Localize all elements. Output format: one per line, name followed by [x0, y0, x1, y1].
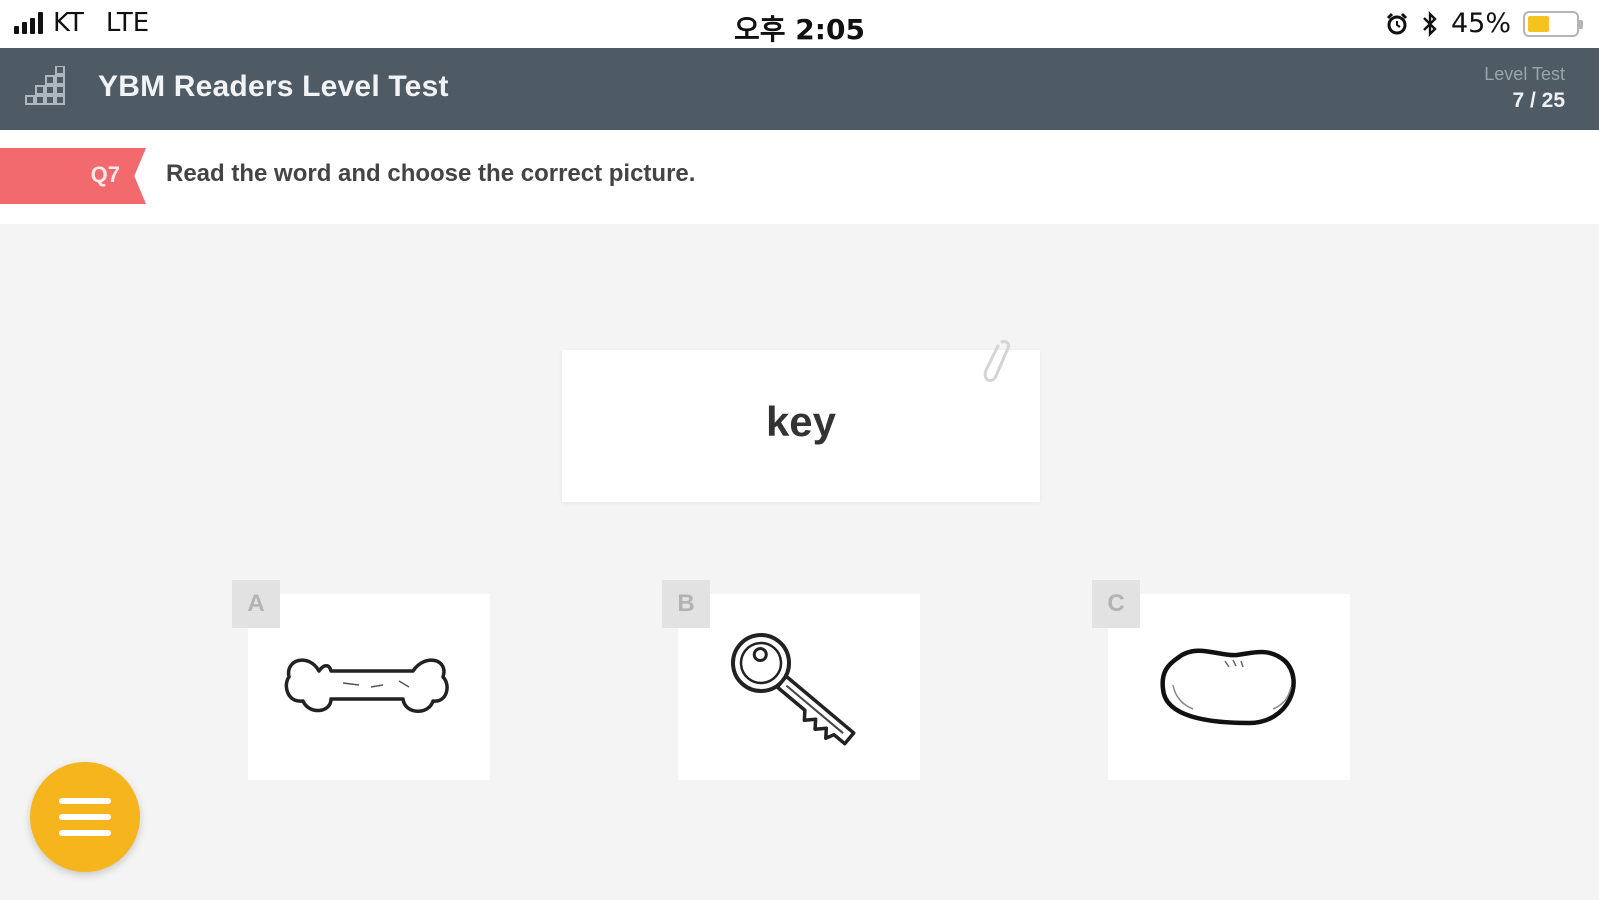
option-c-card[interactable] — [1108, 594, 1350, 780]
hamburger-menu-icon — [59, 798, 111, 804]
option-a-letter: A — [232, 580, 280, 628]
key-icon — [731, 633, 856, 746]
paperclip-icon — [983, 340, 1010, 382]
word-card: key — [562, 350, 1040, 502]
option-c-letter: C — [1092, 580, 1140, 628]
battery-fill — [1528, 15, 1549, 32]
target-word: key — [765, 398, 837, 445]
option-a-card[interactable] — [248, 594, 490, 780]
bluetooth-icon — [1423, 10, 1437, 37]
app-header: YBM Readers Level Test Level Test 7 / 25 — [0, 48, 1599, 130]
battery-icon — [1523, 10, 1583, 37]
status-right: 45% — [1385, 8, 1583, 39]
question-number: Q7 — [90, 162, 120, 187]
question-instruction: Read the word and choose the correct pic… — [166, 160, 696, 187]
option-b-letter: B — [662, 580, 710, 628]
test-progress: Level Test 7 / 25 — [1484, 64, 1565, 113]
battery-percent: 45% — [1450, 8, 1511, 39]
app-title: YBM Readers Level Test — [98, 70, 449, 103]
status-bar: KT LTE 오후 2:05 45% — [0, 0, 1599, 48]
progress-count: 7 / 25 — [1512, 89, 1565, 112]
option-b-card[interactable] — [678, 594, 920, 780]
alarm-icon — [1386, 12, 1408, 34]
bone-icon — [284, 658, 449, 713]
clock: 오후 2:05 — [734, 13, 865, 46]
progress-label: Level Test — [1484, 64, 1565, 84]
menu-button[interactable] — [30, 762, 140, 872]
bar-chart-icon — [25, 66, 65, 105]
question-number-tag: Q7 — [0, 148, 146, 204]
bean-icon — [1160, 648, 1296, 726]
hamburger-line — [59, 814, 111, 820]
question-bar: Q7 Read the word and choose the correct … — [0, 130, 1599, 224]
hamburger-line — [59, 830, 111, 836]
